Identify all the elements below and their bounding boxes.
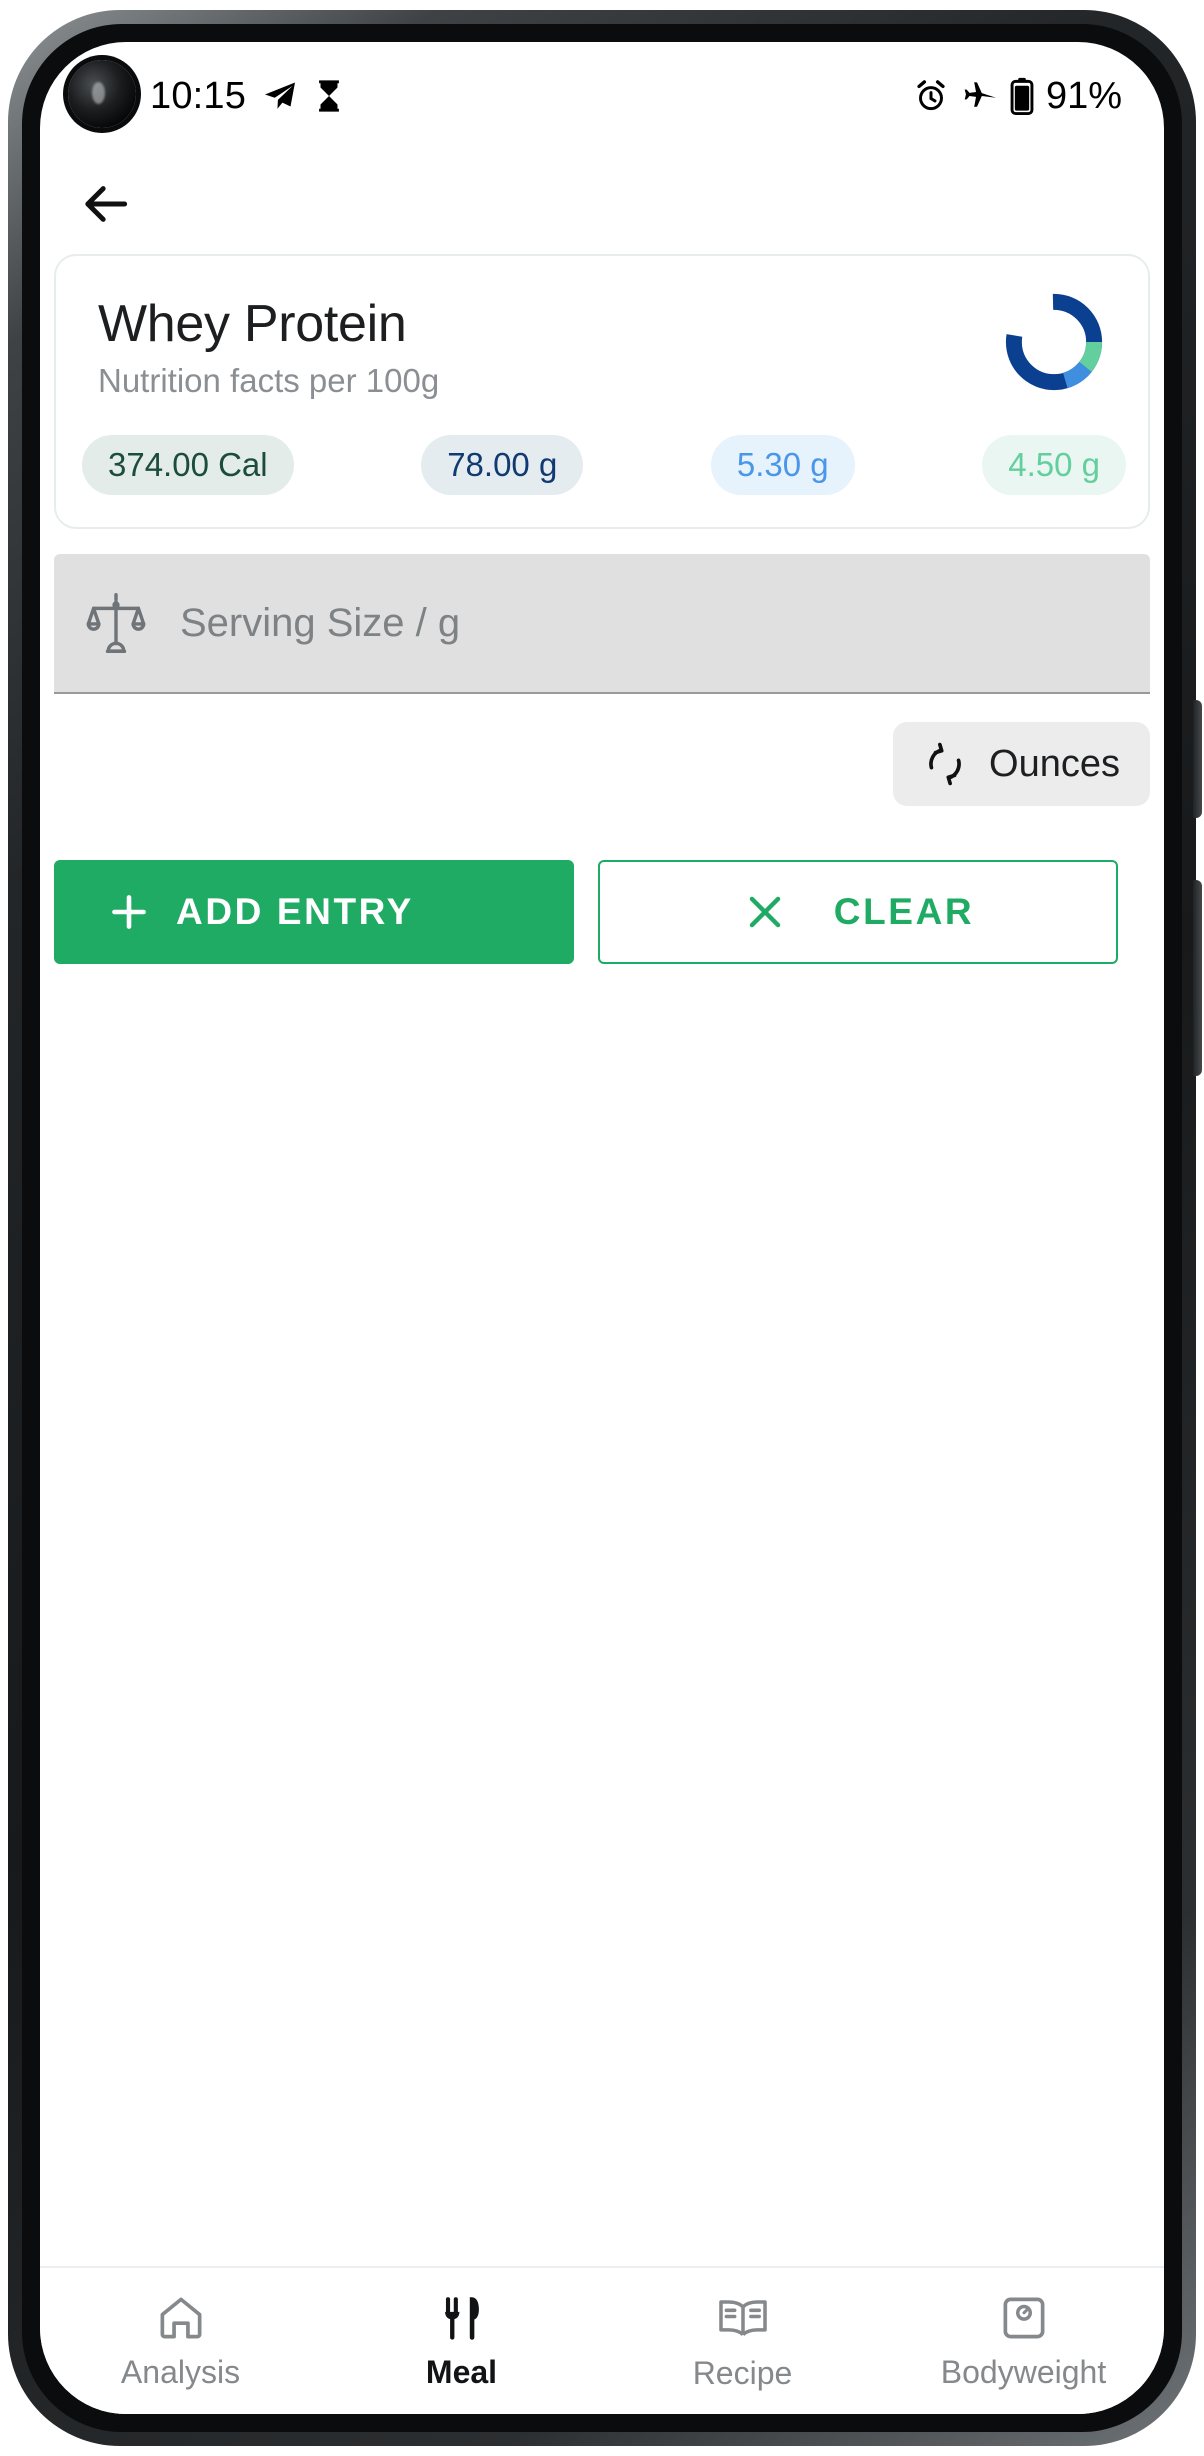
nav-label-recipe: Recipe — [692, 2354, 793, 2391]
front-camera — [68, 60, 136, 128]
battery-icon — [1010, 77, 1034, 115]
battery-percent: 91% — [1045, 74, 1122, 117]
airplane-mode-icon — [964, 82, 996, 107]
status-time: 10:15 — [150, 74, 247, 117]
macro-chip-protein: 78.00 g — [421, 435, 584, 495]
nav-label-meal: Meal — [425, 2353, 498, 2390]
serving-size-input[interactable]: Serving Size / g — [54, 554, 1150, 694]
phone-mockup: 10:15 91% Whey Protein Nutrition facts p… — [0, 0, 1204, 2456]
arrow-left-icon — [85, 186, 128, 222]
unit-toggle-label: Ounces — [989, 742, 1120, 785]
home-icon — [160, 2297, 201, 2338]
add-entry-button[interactable]: ADD ENTRY — [54, 860, 574, 964]
status-bar-right: 91% — [914, 42, 1122, 150]
nav-item-meal[interactable]: Meal — [321, 2268, 602, 2414]
macro-chip-row: 374.00 Cal 78.00 g 5.30 g 4.50 g — [82, 434, 1126, 496]
plus-icon — [112, 895, 146, 929]
food-info-card: Whey Protein Nutrition facts per 100g 37… — [54, 254, 1150, 529]
power-button[interactable] — [1193, 880, 1202, 1076]
telegram-send-icon — [265, 82, 296, 109]
status-bar-left: 10:15 — [150, 42, 344, 150]
volume-button[interactable] — [1193, 700, 1202, 818]
nav-item-recipe[interactable]: Recipe — [602, 2268, 883, 2414]
macro-chip-fat: 4.50 g — [982, 435, 1126, 495]
unit-toggle-row: Ounces — [54, 722, 1150, 806]
phone-screen: 10:15 91% Whey Protein Nutrition facts p… — [40, 42, 1164, 2414]
nav-label-analysis: Analysis — [120, 2353, 241, 2390]
clear-button[interactable]: CLEAR — [598, 860, 1118, 964]
add-entry-label: ADD ENTRY — [176, 891, 414, 932]
open-book-icon — [718, 2299, 767, 2336]
status-bar: 10:15 91% — [40, 42, 1164, 150]
action-button-row: ADD ENTRY CLEAR — [54, 860, 1150, 964]
serving-size-placeholder: Serving Size / g — [180, 600, 461, 645]
close-x-icon — [749, 896, 781, 928]
nav-item-analysis[interactable]: Analysis — [40, 2268, 321, 2414]
swap-arrows-icon — [929, 742, 961, 786]
app-bar — [40, 150, 1164, 260]
clear-label: CLEAR — [833, 891, 975, 932]
food-subtitle: Nutrition facts per 100g — [98, 362, 440, 399]
food-title: Whey Protein — [98, 295, 407, 353]
cutlery-icon — [444, 2296, 479, 2340]
back-button[interactable] — [64, 162, 148, 246]
balance-scale-icon — [86, 592, 146, 654]
macro-donut-chart — [1005, 293, 1103, 391]
unit-toggle-button[interactable]: Ounces — [893, 722, 1150, 806]
scale-icon — [1003, 2297, 1044, 2338]
nav-label-bodyweight: Bodyweight — [940, 2353, 1107, 2390]
nav-item-bodyweight[interactable]: Bodyweight — [883, 2268, 1164, 2414]
macro-chip-calories: 374.00 Cal — [82, 435, 294, 495]
bottom-navigation: Analysis Meal Recipe Bodyweight — [40, 2266, 1164, 2414]
alarm-clock-icon — [917, 80, 945, 111]
hourglass-icon — [319, 80, 340, 112]
macro-chip-carbs: 5.30 g — [710, 435, 855, 495]
